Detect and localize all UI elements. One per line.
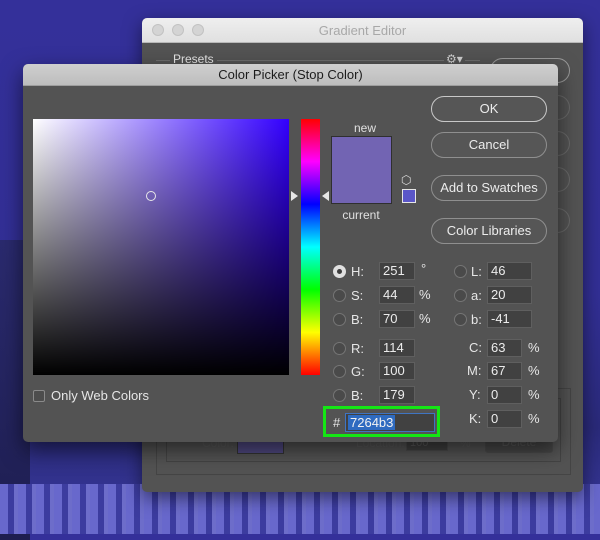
yellow-unit: % <box>528 387 540 402</box>
only-web-colors-label: Only Web Colors <box>51 388 150 403</box>
saturation-input[interactable]: 44 <box>379 286 415 304</box>
saturation-row: S: <box>333 286 363 304</box>
web-safe-cube-icon[interactable]: ⬡ <box>401 173 411 187</box>
brightness-row: B: <box>333 310 363 328</box>
yellow-input[interactable]: 0 <box>487 386 522 404</box>
hex-prefix: # <box>333 415 341 430</box>
lab-l-row: L: <box>454 262 482 280</box>
brightness-radio[interactable] <box>333 312 346 326</box>
lab-b-row: b: <box>454 310 482 328</box>
hue-unit: ° <box>421 261 427 276</box>
red-row: R: <box>333 339 364 357</box>
web-safe-color-swatch[interactable] <box>402 189 416 203</box>
lab-b-radio[interactable] <box>454 312 467 326</box>
lab-l-label: L: <box>471 263 482 279</box>
brightness-label: B: <box>351 311 364 327</box>
lab-a-row: a: <box>454 286 482 304</box>
gradient-editor-titlebar: Gradient Editor <box>142 18 583 43</box>
cancel-button[interactable]: Cancel <box>431 132 547 158</box>
hue-input[interactable]: 251 <box>379 262 415 280</box>
hue-radio[interactable] <box>333 264 346 278</box>
lab-a-radio[interactable] <box>454 288 467 302</box>
color-picker-dialog: Color Picker (Stop Color) new current ⬡ … <box>23 64 558 442</box>
hue-row: H: <box>333 262 364 280</box>
red-input[interactable]: 114 <box>379 339 415 357</box>
green-radio[interactable] <box>333 364 346 378</box>
only-web-colors-option[interactable]: Only Web Colors <box>33 388 149 403</box>
color-picker-title: Color Picker (Stop Color) <box>218 67 363 82</box>
color-compare-swatch <box>331 136 392 204</box>
green-row: G: <box>333 362 365 380</box>
red-label: R: <box>351 340 364 356</box>
lab-l-input[interactable]: 46 <box>487 262 532 280</box>
red-radio[interactable] <box>333 341 346 355</box>
color-picker-titlebar: Color Picker (Stop Color) <box>23 64 558 86</box>
cyan-label: C: <box>469 340 482 355</box>
add-to-swatches-button[interactable]: Add to Swatches <box>431 175 547 201</box>
black-unit: % <box>528 411 540 426</box>
cyan-input[interactable]: 63 <box>487 339 522 357</box>
green-label: G: <box>351 363 365 379</box>
yellow-label: Y: <box>469 387 481 402</box>
hex-value-selected: 7264b3 <box>348 415 396 430</box>
saturation-unit: % <box>419 287 431 302</box>
hex-input[interactable]: 7264b3 <box>345 413 435 432</box>
hue-slider-right-handle[interactable] <box>322 191 329 201</box>
only-web-colors-checkbox[interactable] <box>33 389 45 402</box>
ok-button[interactable]: OK <box>431 96 547 122</box>
black-input[interactable]: 0 <box>487 410 522 428</box>
blue-input[interactable]: 179 <box>379 386 415 404</box>
blue-row: B: <box>333 386 363 404</box>
new-color-label: new <box>353 121 376 135</box>
cyan-unit: % <box>528 340 540 355</box>
color-libraries-button[interactable]: Color Libraries <box>431 218 547 244</box>
lab-a-label: a: <box>471 287 482 303</box>
lab-l-radio[interactable] <box>454 264 467 278</box>
new-color-swatch <box>332 137 391 170</box>
lab-a-input[interactable]: 20 <box>487 286 532 304</box>
magenta-input[interactable]: 67 <box>487 362 522 380</box>
hue-slider[interactable] <box>301 119 320 375</box>
brightness-input[interactable]: 70 <box>379 310 415 328</box>
saturation-label: S: <box>351 287 364 303</box>
magenta-label: M: <box>467 363 482 378</box>
hue-label: H: <box>351 263 364 279</box>
current-color-swatch[interactable] <box>332 170 391 203</box>
brightness-unit: % <box>419 311 431 326</box>
magenta-unit: % <box>528 363 540 378</box>
black-label: K: <box>469 411 482 426</box>
current-color-label: current <box>342 208 380 222</box>
saturation-brightness-field[interactable] <box>33 119 289 375</box>
color-selection-cursor[interactable] <box>146 191 156 201</box>
lab-b-input[interactable]: -41 <box>487 310 532 328</box>
lab-b-label: b: <box>471 311 482 327</box>
hue-slider-left-handle[interactable] <box>291 191 298 201</box>
green-input[interactable]: 100 <box>379 362 415 380</box>
blue-label: B: <box>351 387 364 403</box>
blue-radio[interactable] <box>333 388 346 402</box>
gradient-editor-title: Gradient Editor <box>318 23 407 38</box>
saturation-radio[interactable] <box>333 288 346 302</box>
